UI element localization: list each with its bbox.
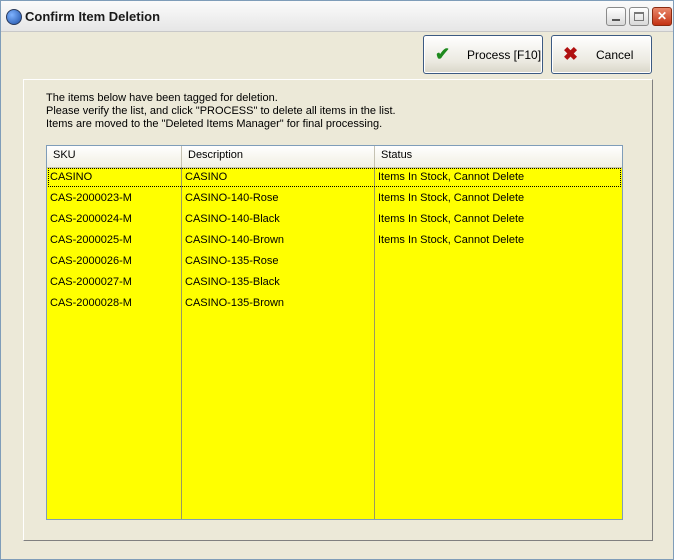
maximize-icon <box>634 12 644 21</box>
process-button-label: Process [F10] <box>467 48 542 62</box>
items-grid[interactable]: SKU Description Status CASINO CASINO Ite… <box>46 145 623 520</box>
status-cell: Items In Stock, Cannot Delete <box>378 213 525 225</box>
table-row[interactable]: CAS-2000028-M CASINO-135-Brown <box>47 293 622 314</box>
sku-cell: CAS-2000024-M <box>50 213 132 225</box>
process-button[interactable]: ✔ Process [F10] <box>423 35 543 74</box>
table-row[interactable]: CAS-2000026-M CASINO-135-Rose <box>47 251 622 272</box>
cancel-button[interactable]: ✖ Cancel <box>551 35 652 74</box>
title-bar[interactable]: Confirm Item Deletion ✕ <box>1 1 673 32</box>
message-line-3: Items are moved to the "Deleted Items Ma… <box>46 118 383 130</box>
x-icon: ✖ <box>563 44 579 64</box>
status-cell: Items In Stock, Cannot Delete <box>378 192 525 204</box>
minimize-button[interactable] <box>606 7 626 26</box>
table-row[interactable]: CAS-2000023-M CASINO-140-Rose Items In S… <box>47 188 622 209</box>
status-cell: Items In Stock, Cannot Delete <box>378 234 525 246</box>
sku-cell: CAS-2000023-M <box>50 192 132 204</box>
table-row[interactable]: CAS-2000027-M CASINO-135-Black <box>47 272 622 293</box>
message-line-2: Please verify the list, and click "PROCE… <box>46 105 396 117</box>
window-title: Confirm Item Deletion <box>25 9 161 24</box>
table-row[interactable]: CASINO CASINO Items In Stock, Cannot Del… <box>47 167 622 188</box>
confirm-deletion-window: Confirm Item Deletion ✕ ✔ Process [F10] … <box>0 0 674 560</box>
close-icon: ✕ <box>656 9 668 23</box>
table-row[interactable]: CAS-2000024-M CASINO-140-Black Items In … <box>47 209 622 230</box>
sku-cell: CAS-2000025-M <box>50 234 132 246</box>
status-cell: Items In Stock, Cannot Delete <box>378 171 525 183</box>
description-cell: CASINO <box>185 171 228 183</box>
column-header-status[interactable]: Status <box>375 146 622 167</box>
message-line-1: The items below have been tagged for del… <box>46 92 278 104</box>
minimize-icon <box>612 19 620 21</box>
sku-cell: CAS-2000027-M <box>50 276 132 288</box>
description-cell: CASINO-140-Brown <box>185 234 285 246</box>
app-icon <box>6 9 22 25</box>
close-button[interactable]: ✕ <box>652 7 672 26</box>
cancel-button-label: Cancel <box>596 48 634 62</box>
sku-cell: CAS-2000026-M <box>50 255 132 267</box>
content-panel: The items below have been tagged for del… <box>23 79 653 541</box>
sku-cell: CAS-2000028-M <box>50 297 132 309</box>
column-header-sku[interactable]: SKU <box>47 146 182 167</box>
checkmark-icon: ✔ <box>435 44 451 64</box>
maximize-button[interactable] <box>629 7 649 26</box>
table-row[interactable]: CAS-2000025-M CASINO-140-Brown Items In … <box>47 230 622 251</box>
description-cell: CASINO-135-Black <box>185 276 280 288</box>
description-cell: CASINO-140-Rose <box>185 192 279 204</box>
sku-cell: CASINO <box>50 171 93 183</box>
description-cell: CASINO-140-Black <box>185 213 280 225</box>
description-cell: CASINO-135-Rose <box>185 255 279 267</box>
description-cell: CASINO-135-Brown <box>185 297 285 309</box>
grid-header: SKU Description Status <box>47 146 622 168</box>
column-header-description[interactable]: Description <box>182 146 375 167</box>
